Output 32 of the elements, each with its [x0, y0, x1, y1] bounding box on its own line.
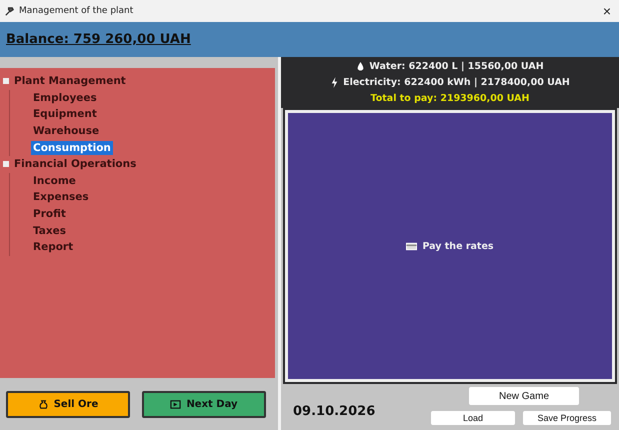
- play-icon: [170, 398, 182, 410]
- tree-item[interactable]: Employees: [31, 90, 99, 105]
- date-label: 09.10.2026: [293, 402, 376, 418]
- tree-item[interactable]: Report: [31, 240, 76, 254]
- balance-label: Balance: 759 260,00 UAH: [6, 32, 191, 47]
- tree-item[interactable]: Taxes: [31, 224, 68, 238]
- pay-rates-button[interactable]: Pay the rates: [285, 110, 615, 382]
- total-to-pay: Total to pay: 2193960,00 UAH: [370, 93, 530, 104]
- sell-ore-button[interactable]: Sell Ore: [6, 390, 130, 418]
- save-progress-button[interactable]: Save Progress: [523, 411, 611, 425]
- electricity-usage: Electricity: 622400 kWh | 2178400,00 UAH: [343, 77, 570, 88]
- tree-item[interactable]: Profit: [31, 207, 68, 222]
- load-button[interactable]: Load: [431, 411, 515, 425]
- window-title: Management of the plant: [19, 6, 134, 16]
- lightning-icon: [330, 77, 340, 88]
- card-icon: [406, 240, 418, 252]
- tree-item[interactable]: Expenses: [31, 190, 91, 204]
- money-bag-icon: [38, 398, 49, 410]
- next-day-button[interactable]: Next Day: [142, 390, 266, 418]
- tree-item[interactable]: Consumption: [31, 140, 113, 155]
- close-button[interactable]: ×: [594, 3, 619, 19]
- tree-item[interactable]: Income: [31, 174, 78, 188]
- expand-icon[interactable]: [3, 78, 9, 84]
- tree-item[interactable]: Plant Management: [12, 74, 128, 88]
- tree-item[interactable]: Financial Operations: [12, 157, 138, 172]
- tree-item[interactable]: Warehouse: [31, 124, 102, 138]
- expand-icon[interactable]: [3, 161, 9, 168]
- hammer-icon: [4, 6, 15, 16]
- new-game-button[interactable]: New Game: [469, 387, 579, 405]
- water-usage: Water: 622400 L | 15560,00 UAH: [369, 61, 544, 72]
- tree-item[interactable]: Equipment: [31, 107, 99, 122]
- drop-icon: [356, 61, 366, 72]
